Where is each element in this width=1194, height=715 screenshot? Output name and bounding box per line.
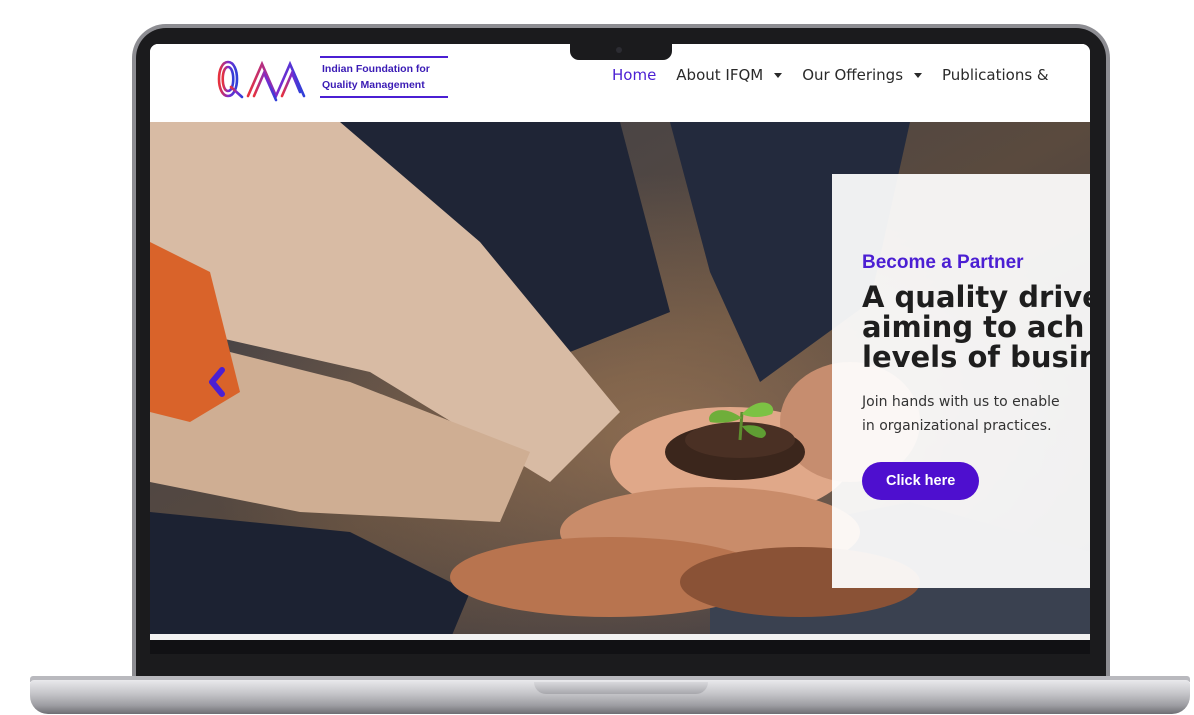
hero-eyebrow: Become a Partner	[862, 252, 1024, 273]
prev-slide-button[interactable]	[202, 362, 232, 402]
hero-slider: Become a Partner A quality drive aiming …	[150, 122, 1090, 640]
caret-down-icon	[774, 72, 783, 78]
brand-tagline: Indian Foundation for Quality Management	[320, 56, 448, 98]
body-line-1: Join hands with us to enable	[862, 394, 1060, 410]
hero-headline: A quality drive aiming to ach levels of …	[862, 282, 1090, 372]
ifqm-logo[interactable]	[176, 56, 314, 102]
body-line-2: in organizational practices.	[862, 418, 1052, 434]
hero-caption-panel: Become a Partner A quality drive aiming …	[832, 174, 1090, 588]
tagline-line-2: Quality Management	[322, 79, 425, 91]
headline-line-2: aiming to ach	[862, 310, 1085, 344]
headline-line-3: levels of busin	[862, 340, 1090, 374]
nav-item-label: Publications &	[942, 66, 1049, 84]
camera-icon	[616, 47, 622, 53]
hero-body-text: Join hands with us to enable in organiza…	[862, 390, 1090, 438]
nav-item-label: Our Offerings	[802, 66, 904, 84]
nav-item-label: Home	[612, 66, 657, 84]
nav-item-our-offerings[interactable]: Our Offerings	[802, 66, 923, 84]
click-here-button[interactable]: Click here	[862, 462, 980, 500]
laptop-mockup: Indian Foundation for Quality Management…	[0, 0, 1194, 715]
chevron-left-icon	[209, 367, 225, 397]
nav-item-home[interactable]: Home	[612, 66, 656, 84]
browser-screen: Indian Foundation for Quality Management…	[150, 44, 1090, 640]
caret-down-icon	[914, 72, 923, 78]
headline-line-1: A quality drive	[862, 280, 1090, 314]
laptop-opening-notch	[534, 682, 708, 694]
tagline-line-1: Indian Foundation for	[322, 63, 430, 75]
nav-item-about-ifqm[interactable]: About IFQM	[676, 66, 783, 84]
laptop-bottom-bezel	[150, 640, 1090, 654]
main-nav: Home About IFQM Our Offerings Publicatio…	[612, 66, 1069, 84]
nav-item-publications[interactable]: Publications &	[942, 66, 1049, 84]
nav-item-label: About IFQM	[676, 66, 764, 84]
